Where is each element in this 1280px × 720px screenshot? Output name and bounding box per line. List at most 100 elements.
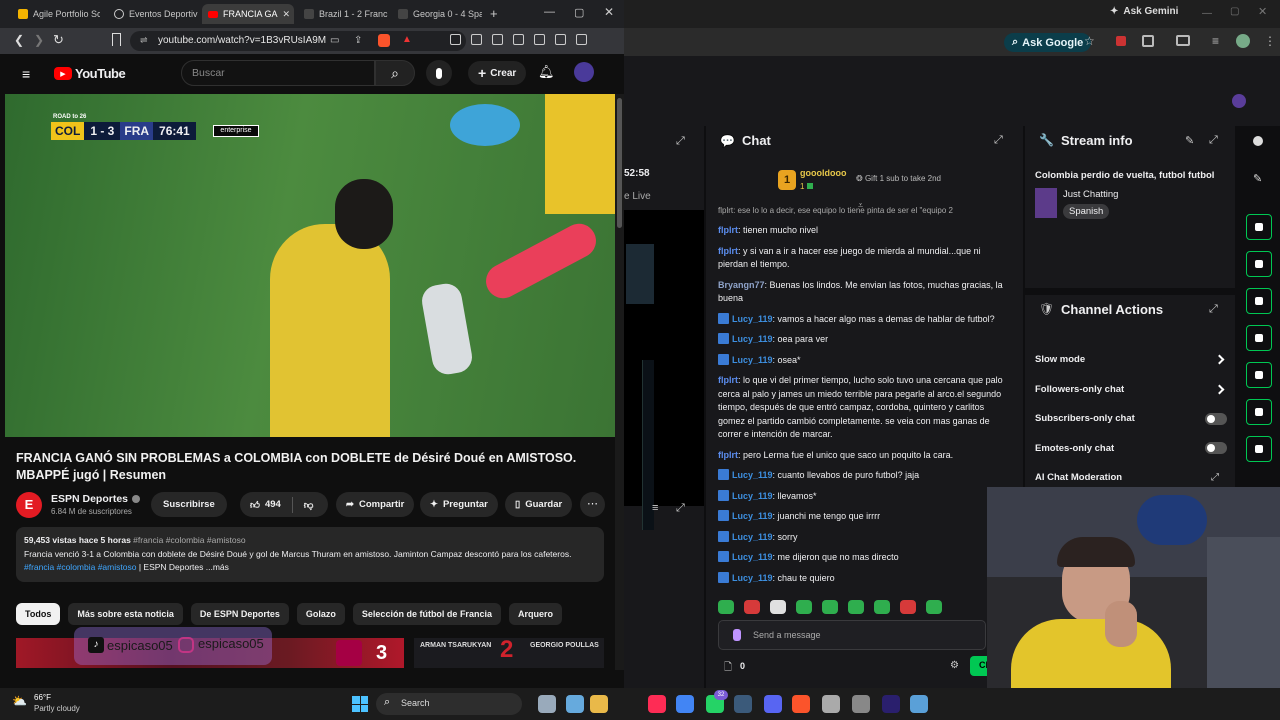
- emote-icon[interactable]: [926, 600, 942, 614]
- channel-points-icon[interactable]: 🗋: [724, 660, 732, 677]
- chip-all[interactable]: Todos: [16, 603, 61, 625]
- message-icon[interactable]: [1246, 325, 1272, 351]
- channel-action-followers-only-chat[interactable]: Followers-only chat: [1035, 375, 1227, 405]
- user-avatar[interactable]: [1232, 94, 1246, 108]
- tab-georgia-spain[interactable]: Georgia 0 - 4 Spa: [392, 4, 482, 24]
- chat-username[interactable]: Lucy_119: [732, 532, 773, 542]
- dislike-icon[interactable]: 👎︎: [304, 499, 314, 511]
- minimize-icon[interactable]: —: [544, 6, 555, 18]
- more-actions-button[interactable]: ⋯: [580, 492, 605, 517]
- like-icon[interactable]: 👍︎: [250, 499, 260, 511]
- chip-filter[interactable]: Más sobre esta noticia: [68, 603, 183, 625]
- channel-name[interactable]: ESPN Deportes: [51, 493, 141, 505]
- chat-username[interactable]: Lucy_119: [732, 573, 773, 583]
- extensions-icon[interactable]: [450, 34, 461, 45]
- steam-icon[interactable]: [734, 695, 752, 713]
- sidebar-icon[interactable]: [1176, 35, 1190, 46]
- channel-avatar[interactable]: E: [16, 492, 42, 518]
- share-icon[interactable]: ⇪: [354, 35, 362, 46]
- chip-filter[interactable]: Golazo: [296, 603, 345, 625]
- new-tab-icon[interactable]: +: [490, 6, 498, 21]
- language-tag[interactable]: Spanish: [1063, 204, 1110, 219]
- chevron-right-icon[interactable]: [1214, 354, 1225, 365]
- windows-start-icon[interactable]: [352, 696, 368, 712]
- toggle-switch[interactable]: [1205, 412, 1227, 425]
- voice-search-button[interactable]: [426, 60, 452, 86]
- emote-icon[interactable]: [822, 600, 838, 614]
- forward-icon[interactable]: ❯: [34, 33, 44, 47]
- popout-icon[interactable]: ⤢: [994, 134, 1003, 147]
- emote-icon[interactable]: [874, 600, 890, 614]
- emote-icon[interactable]: [718, 600, 734, 614]
- chip-filter[interactable]: De ESPN Deportes: [190, 603, 289, 625]
- chat-settings-icon[interactable]: ⚙: [950, 660, 959, 671]
- channel-action-slow-mode[interactable]: Slow mode: [1035, 345, 1227, 375]
- extension-icon[interactable]: [1116, 36, 1126, 46]
- description-tags[interactable]: #francia #colombia #amistoso: [24, 562, 136, 572]
- back-icon[interactable]: ❮: [14, 33, 24, 47]
- tab-eventos-deportivos[interactable]: Eventos Deportiv: [108, 4, 198, 24]
- popout-icon[interactable]: ⤢: [1209, 303, 1218, 316]
- site-info-icon[interactable]: ⇌: [140, 35, 148, 46]
- channel-action-emotes-only-chat[interactable]: Emotes-only chat: [1035, 434, 1227, 464]
- chrome-icon[interactable]: [676, 695, 694, 713]
- chat-username[interactable]: Lucy_119: [732, 511, 773, 521]
- streamer-icon[interactable]: [910, 695, 928, 713]
- sidebar-icon[interactable]: [471, 34, 482, 45]
- more-icon[interactable]: ⋮: [1264, 34, 1276, 48]
- lightning-icon[interactable]: [1246, 251, 1272, 277]
- chat-username[interactable]: Lucy_119: [732, 470, 773, 480]
- emote-icon[interactable]: [770, 600, 786, 614]
- info-icon[interactable]: [1253, 136, 1263, 146]
- hamburger-menu-icon[interactable]: ≡: [22, 66, 30, 82]
- close-icon[interactable]: ✕: [1258, 5, 1267, 18]
- chat-username[interactable]: Lucy_119: [732, 491, 773, 501]
- bookmark-icon[interactable]: [112, 33, 121, 46]
- chevron-right-icon[interactable]: [1214, 384, 1225, 395]
- photos-icon[interactable]: [822, 695, 840, 713]
- external-link-icon[interactable]: ⤢: [1211, 472, 1219, 483]
- profile-avatar[interactable]: [1236, 34, 1250, 48]
- tab-francia-gano[interactable]: FRANCIA GA ✕: [202, 4, 294, 24]
- gifter-name[interactable]: goooldooo: [800, 168, 846, 178]
- popout-icon[interactable]: ⤢: [676, 135, 685, 148]
- chat-username[interactable]: Lucy_119: [732, 355, 773, 365]
- emote-icon[interactable]: [900, 600, 916, 614]
- wrench-icon[interactable]: [1246, 436, 1272, 462]
- tab-agile-portfolio[interactable]: Agile Portfolio Sc: [12, 4, 100, 24]
- related-thumbnail-2[interactable]: ARMAN TSARUKYAN 2 GEORGIO POULLAS: [414, 638, 604, 668]
- brave-rewards-icon[interactable]: ▲: [402, 34, 412, 45]
- search-input[interactable]: Buscar: [181, 60, 375, 86]
- toggle-switch[interactable]: [1205, 442, 1227, 455]
- emote-icon[interactable]: [796, 600, 812, 614]
- channel-action-subscribers-only-chat[interactable]: Subscribers-only chat: [1035, 404, 1227, 434]
- close-tab-icon[interactable]: ✕: [283, 9, 291, 20]
- ask-google-button[interactable]: ⌕ Ask Google: [1004, 33, 1092, 52]
- weather-temperature[interactable]: 66°F: [34, 693, 51, 702]
- menu-icon[interactable]: [576, 34, 587, 45]
- show-more-link[interactable]: | ESPN Deportes ...más: [139, 562, 229, 572]
- gift-cta[interactable]: ❂ Gift 1 sub to take 2nd: [856, 174, 941, 183]
- vpn-icon[interactable]: [555, 34, 566, 45]
- video-player[interactable]: ROAD to 26 COL 1 - 3 FRA 76:41 enterpris…: [5, 94, 615, 437]
- like-count[interactable]: 494: [265, 499, 281, 510]
- clipboard-icon[interactable]: [1246, 288, 1272, 314]
- music-icon[interactable]: [492, 34, 503, 45]
- cast-icon[interactable]: ▭: [330, 35, 339, 46]
- brave-icon[interactable]: [792, 695, 810, 713]
- popout-icon[interactable]: ⤢: [676, 502, 685, 515]
- emote-icon[interactable]: [848, 600, 864, 614]
- bookmark-star-icon[interactable]: ☆: [1084, 34, 1095, 48]
- reload-icon[interactable]: ↻: [53, 32, 64, 48]
- stream-category[interactable]: Just Chatting: [1063, 189, 1118, 200]
- close-window-icon[interactable]: ✕: [604, 5, 614, 19]
- address-bar[interactable]: ⇌ youtube.com/watch?v=1B3vRUsIA9M ▭ ⇪ ▲: [130, 31, 466, 51]
- file-explorer-icon[interactable]: [590, 695, 608, 713]
- subscribe-button[interactable]: Suscribirse: [151, 492, 227, 517]
- youtube-logo[interactable]: ▶ YouTube: [54, 66, 126, 81]
- share-button[interactable]: ➦ Compartir: [336, 492, 415, 517]
- chat-username[interactable]: Lucy_119: [732, 552, 773, 562]
- chat-username[interactable]: Lucy_119: [732, 334, 773, 344]
- scrollbar-thumb[interactable]: [617, 98, 622, 228]
- chat-username[interactable]: flplrt: [718, 246, 738, 256]
